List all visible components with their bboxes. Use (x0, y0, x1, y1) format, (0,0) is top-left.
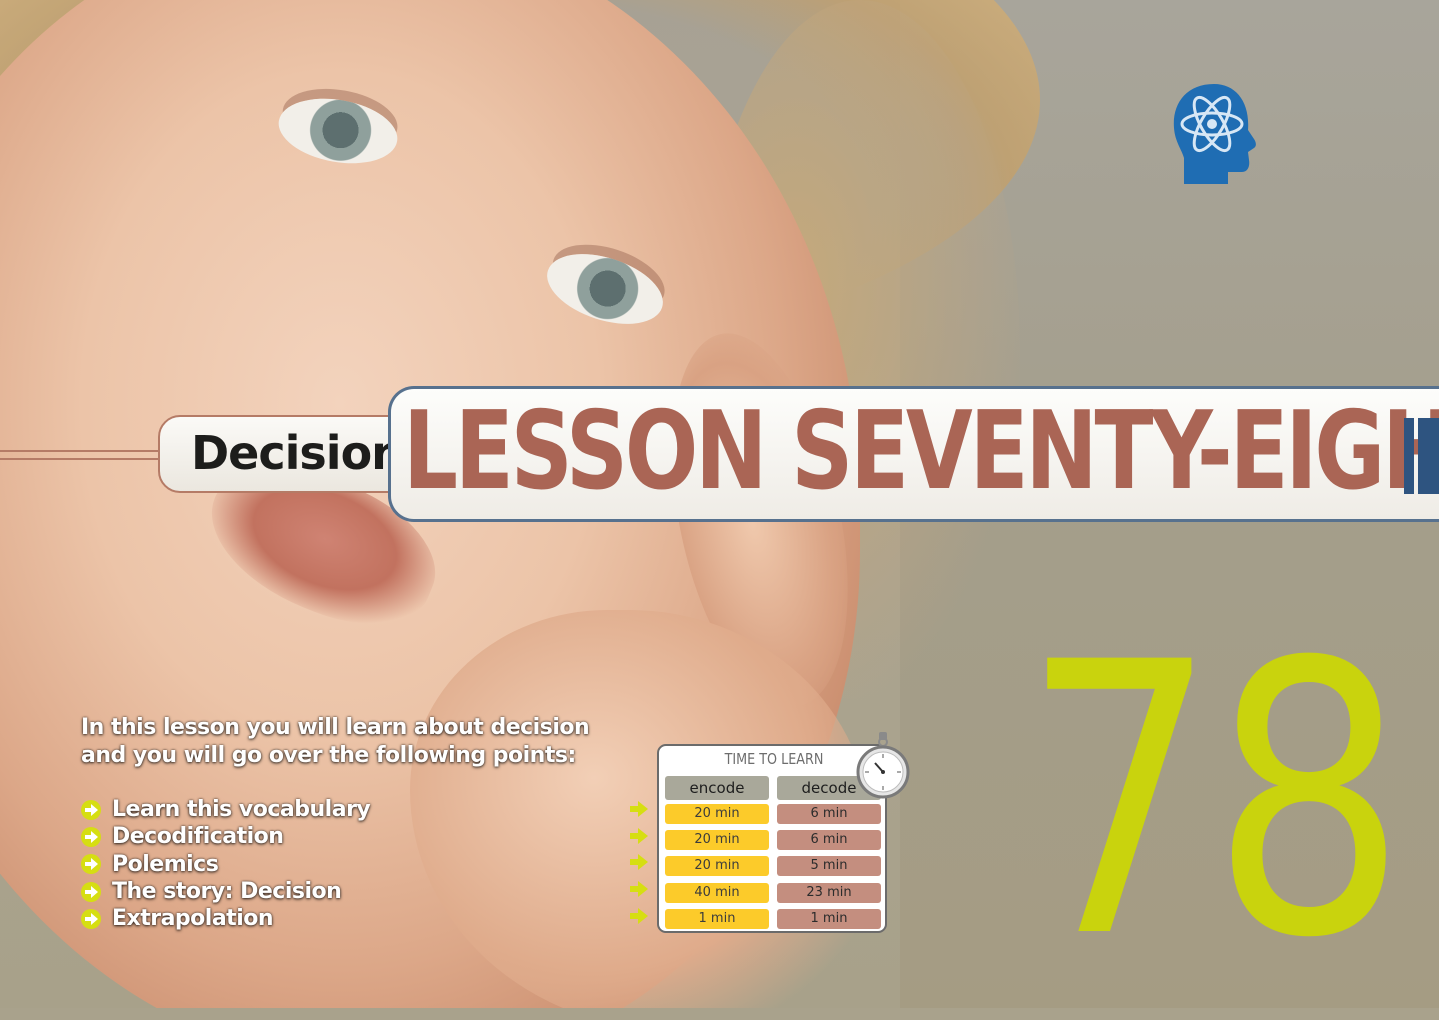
arrow-right-icon (81, 826, 101, 847)
arrow-right-icon (81, 799, 101, 820)
left-rule (0, 450, 180, 460)
decode-cell: 5 min (777, 856, 881, 876)
stopwatch-icon (856, 732, 910, 799)
encode-cell: 20 min (665, 830, 769, 850)
list-item: Decodification (80, 823, 370, 850)
arrow-right-icon (630, 881, 648, 898)
intro-line: In this lesson you will learn about deci… (81, 715, 590, 740)
brain-atom-head-icon (1173, 84, 1256, 184)
point-label: Learn this vocabulary (112, 797, 371, 823)
arrow-right-icon (81, 881, 101, 902)
point-label: Decodification (112, 824, 284, 850)
list-item: Learn this vocabulary (80, 796, 371, 823)
intro-line: and you will go over the following point… (81, 743, 576, 768)
arrow-right-icon (81, 854, 101, 875)
point-label: Extrapolation (112, 906, 274, 932)
table-row-arrows (628, 798, 650, 931)
lesson-subtitle: Decision (191, 426, 404, 480)
decode-cell: 6 min (777, 804, 881, 824)
arrow-right-icon (630, 854, 648, 871)
arrow-right-icon (630, 907, 648, 924)
point-label: The story: Decision (112, 879, 342, 905)
arrow-right-icon (630, 827, 648, 844)
arrow-right-icon (81, 908, 101, 929)
table-title: TIME TO LEARN (724, 750, 824, 768)
decode-cell: 6 min (777, 830, 881, 850)
time-to-learn-table: TIME TO LEARN encode decode 20 min 6 min… (657, 744, 887, 933)
list-item: Polemics (80, 851, 370, 878)
encode-cell: 40 min (665, 883, 769, 903)
encode-cell: 20 min (665, 856, 769, 876)
title-end-bar (1404, 418, 1414, 494)
decode-cell: 23 min (777, 883, 881, 903)
list-item: The story: Decision (80, 878, 370, 905)
encode-cell: 20 min (665, 804, 769, 824)
intro-text: In this lesson you will learn about deci… (81, 714, 601, 770)
decode-cell: 1 min (777, 909, 881, 929)
lesson-title: LESSON SEVENTY-EIGHT (403, 389, 1439, 514)
points-list: Learn this vocabulary Decodification Pol… (80, 796, 371, 932)
arrow-right-icon (630, 801, 648, 817)
point-label: Polemics (112, 851, 219, 877)
encode-header: encode (665, 776, 769, 800)
lesson-number: 78 (1022, 584, 1407, 1020)
title-end-bar (1418, 418, 1439, 494)
encode-cell: 1 min (665, 909, 769, 929)
list-item: Extrapolation (80, 905, 370, 932)
